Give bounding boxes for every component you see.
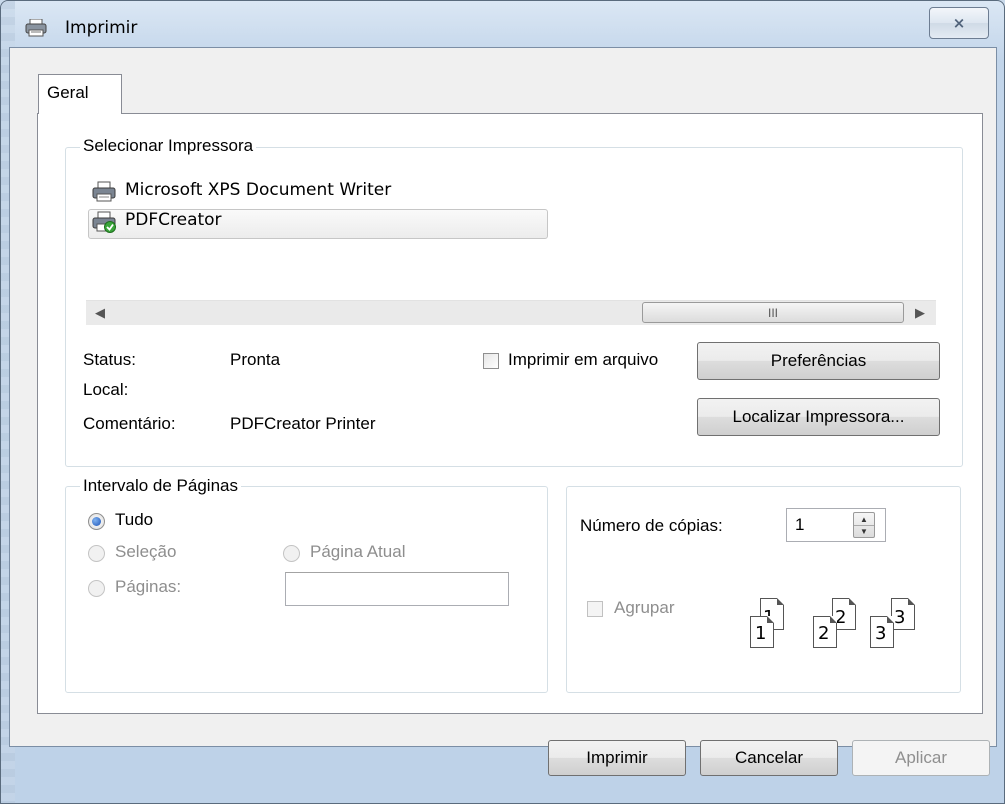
- print-to-file-checkbox[interactable]: [483, 353, 499, 369]
- pages-label: Páginas:: [115, 577, 182, 596]
- collate-checkbox[interactable]: [587, 601, 603, 617]
- printer-group-label: Selecionar Impressora: [80, 136, 257, 156]
- collate-illustration: 1 1 2 2 3 3: [735, 598, 935, 658]
- printer-icon: [92, 181, 116, 202]
- collate-page-number: 1: [755, 623, 767, 644]
- collate-page-front: 2: [813, 616, 837, 648]
- collate-page-number: 3: [875, 623, 887, 644]
- window-title: Imprimir: [65, 18, 138, 38]
- collate-page-number: 2: [818, 623, 830, 644]
- status-value: Pronta: [230, 350, 281, 369]
- collate-page-front: 3: [870, 616, 894, 648]
- copies-spin-buttons[interactable]: ▲ ▼: [853, 512, 875, 538]
- copies-value: 1: [795, 515, 805, 534]
- printer-name: PDFCreator: [125, 210, 222, 230]
- apply-button[interactable]: Aplicar: [852, 740, 990, 776]
- collate-label: Agrupar: [614, 598, 675, 617]
- all-pages-label: Tudo: [115, 510, 154, 529]
- selection-label: Seleção: [115, 542, 177, 561]
- close-button[interactable]: ⨯: [929, 7, 989, 39]
- comment-label: Comentário:: [83, 414, 176, 433]
- selection-radio[interactable]: [88, 545, 105, 562]
- collate-page-back: 3: [891, 598, 915, 630]
- scroll-right-icon[interactable]: ▶: [908, 301, 932, 325]
- tab-label: Geral: [47, 83, 89, 102]
- close-icon: ⨯: [952, 14, 966, 32]
- page-range-group-label: Intervalo de Páginas: [80, 476, 241, 496]
- printer-list-scrollbar[interactable]: ◀ III ▶: [86, 300, 936, 325]
- find-printer-button[interactable]: Localizar Impressora...: [697, 398, 940, 436]
- copies-stepper[interactable]: 1 ▲ ▼: [786, 508, 886, 542]
- scrollbar-thumb[interactable]: III: [642, 302, 904, 323]
- status-label: Status:: [83, 350, 136, 369]
- tab-geral[interactable]: Geral: [38, 74, 122, 114]
- cancel-button[interactable]: Cancelar: [700, 740, 838, 776]
- collate-page-front: 1: [750, 616, 774, 648]
- print-button[interactable]: Imprimir: [548, 740, 686, 776]
- copies-label: Número de cópias:: [580, 516, 723, 535]
- spin-down-icon[interactable]: ▼: [854, 525, 874, 537]
- printer-default-icon: [92, 211, 116, 233]
- printer-icon: [25, 19, 47, 37]
- pages-input[interactable]: [285, 572, 509, 606]
- pages-radio[interactable]: [88, 580, 105, 597]
- scroll-left-icon[interactable]: ◀: [88, 301, 112, 325]
- printer-list-item[interactable]: Microsoft XPS Document Writer: [92, 180, 472, 206]
- preferences-button[interactable]: Preferências: [697, 342, 940, 380]
- print-to-file-label: Imprimir em arquivo: [508, 350, 659, 369]
- all-pages-radio[interactable]: [88, 513, 105, 530]
- current-page-radio[interactable]: [283, 545, 300, 562]
- collate-page-number: 3: [894, 607, 906, 628]
- comment-value: PDFCreator Printer: [230, 414, 376, 433]
- current-page-label: Página Atual: [310, 542, 406, 561]
- scrollbar-grip-icon: III: [767, 305, 778, 320]
- printer-name: Microsoft XPS Document Writer: [125, 180, 392, 200]
- printer-list-item[interactable]: PDFCreator: [92, 210, 472, 236]
- title-bar: Imprimir ⨯: [1, 1, 1004, 41]
- location-label: Local:: [83, 380, 129, 399]
